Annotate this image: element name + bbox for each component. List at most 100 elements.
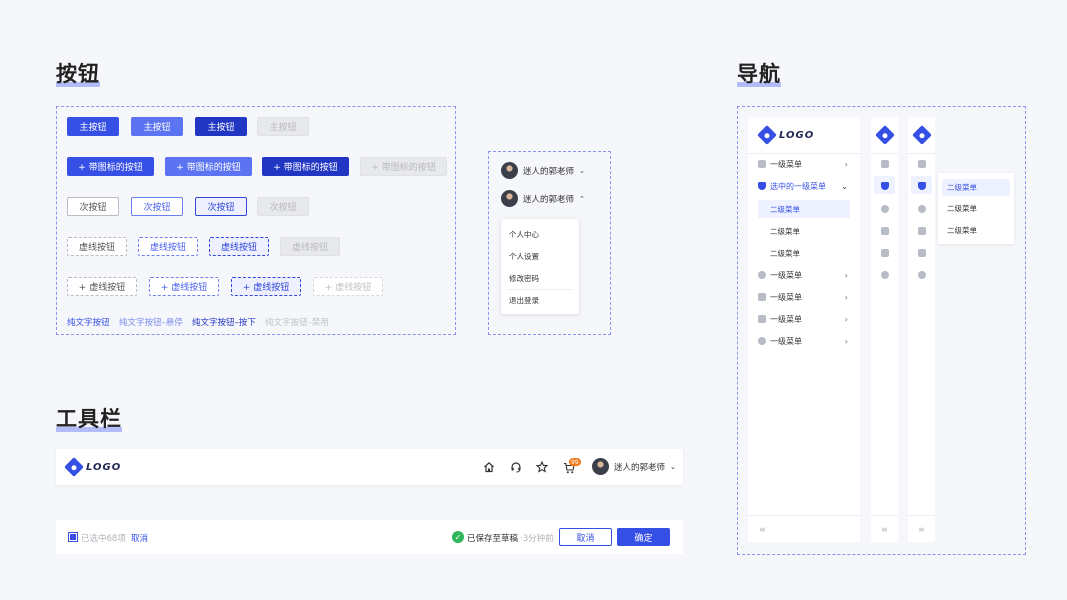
- chat-icon[interactable]: [881, 205, 889, 213]
- buttons-showcase: 主按钮 主按钮 主按钮 主按钮 + 带图标的按钮 + 带图标的按钮 + 带图标的…: [56, 106, 456, 335]
- shield-icon: [758, 182, 766, 190]
- dashed-icon-button-pressed[interactable]: + 虚线按钮: [231, 277, 301, 296]
- headset-icon[interactable]: [510, 461, 522, 473]
- gear-icon: [758, 337, 766, 345]
- dashed-button-disabled: 虚线按钮: [280, 237, 340, 256]
- logo[interactable]: LOGO: [64, 457, 121, 477]
- chevron-right-icon: ›: [844, 292, 848, 302]
- shield-icon[interactable]: [918, 182, 926, 190]
- sidebar-item-6[interactable]: 一级菜单 ›: [748, 331, 858, 351]
- sidebar-item-3[interactable]: 一级菜单 ›: [748, 265, 858, 285]
- home-icon: [758, 160, 766, 168]
- sidebar-item-label: 一级菜单: [770, 159, 802, 169]
- secondary-button-disabled: 次按钮: [257, 197, 309, 216]
- avatar: [592, 458, 609, 475]
- checkbox-indicator: [70, 534, 76, 540]
- submenu-item[interactable]: 二级菜单: [942, 200, 1010, 217]
- briefcase-icon: [758, 293, 766, 301]
- dashed-button[interactable]: 虚线按钮: [67, 237, 127, 256]
- box-icon[interactable]: [881, 249, 889, 257]
- box-icon[interactable]: [918, 249, 926, 257]
- user-menu-trigger[interactable]: 迷人的郭老师 ⌄: [592, 458, 676, 475]
- select-all-checkbox[interactable]: [68, 532, 78, 542]
- dashed-icon-button-disabled: + 虚线按钮: [313, 277, 383, 296]
- secondary-button-hover[interactable]: 次按钮: [131, 197, 183, 216]
- menu-item-logout[interactable]: 退出登录: [509, 295, 539, 306]
- cart-badge: 99: [569, 458, 581, 466]
- divider: [748, 515, 860, 516]
- icon-primary-button-pressed[interactable]: + 带图标的按钮: [262, 157, 349, 176]
- save-time: ·3分钟前: [520, 534, 554, 544]
- text-button[interactable]: 纯文字按钮: [67, 316, 110, 328]
- sidebar-item-4[interactable]: 一级菜单 ›: [748, 287, 858, 307]
- home-icon[interactable]: [881, 160, 889, 168]
- user-name: 迷人的郭老师: [523, 166, 575, 177]
- expand-menu-icon[interactable]: ≡: [881, 525, 888, 534]
- top-toolbar: LOGO 99 迷人的郭老师 ⌄: [56, 449, 683, 485]
- submenu-item[interactable]: 二级菜单: [942, 222, 1010, 239]
- primary-button-hover[interactable]: 主按钮: [131, 117, 183, 136]
- collapse-menu-icon[interactable]: ≡: [759, 525, 766, 534]
- primary-button[interactable]: 主按钮: [67, 117, 119, 136]
- chevron-right-icon: ›: [844, 314, 848, 324]
- gear-icon[interactable]: [918, 271, 926, 279]
- primary-button-pressed[interactable]: 主按钮: [195, 117, 247, 136]
- logo-text: LOGO: [779, 129, 815, 141]
- submenu-item[interactable]: 二级菜单: [758, 244, 850, 262]
- cancel-button[interactable]: 取消: [559, 528, 612, 546]
- user-name: 迷人的郭老师: [614, 462, 666, 473]
- submenu-item-active[interactable]: 二级菜单: [758, 200, 850, 218]
- user-dropdown-showcase: 迷人的郭老师 ⌄ 迷人的郭老师 ⌃ 个人中心 个人设置 修改密码 退出登录: [488, 151, 611, 335]
- box-icon: [758, 315, 766, 323]
- bottom-action-bar: 已选中68项 取消 ✓ 已保存至草稿 ·3分钟前 取消 确定: [56, 520, 683, 554]
- chevron-right-icon: ›: [844, 336, 848, 346]
- shield-icon[interactable]: [881, 182, 889, 190]
- divider: [908, 515, 935, 516]
- dashed-icon-button-hover[interactable]: + 虚线按钮: [149, 277, 219, 296]
- menu-item-change-password[interactable]: 修改密码: [509, 273, 539, 284]
- text-button-hover[interactable]: 纯文字按钮–悬停: [119, 316, 183, 328]
- confirm-button[interactable]: 确定: [617, 528, 670, 546]
- icon-primary-button-disabled: + 带图标的按钮: [360, 157, 447, 176]
- sidebar-item-selected[interactable]: 选中的一级菜单 ⌄: [748, 176, 858, 196]
- chevron-right-icon: ›: [844, 159, 848, 169]
- secondary-button[interactable]: 次按钮: [67, 197, 119, 216]
- user-menu-trigger-open[interactable]: 迷人的郭老师 ⌃: [501, 190, 585, 207]
- chat-icon: [758, 271, 766, 279]
- chevron-down-icon: ⌄: [670, 462, 676, 471]
- submenu-item[interactable]: 二级菜单: [758, 222, 850, 240]
- dashed-button-hover[interactable]: 虚线按钮: [138, 237, 198, 256]
- divider: [871, 515, 898, 516]
- star-icon[interactable]: [536, 461, 548, 473]
- secondary-button-pressed[interactable]: 次按钮: [195, 197, 247, 216]
- primary-button-disabled: 主按钮: [257, 117, 309, 136]
- user-dropdown-menu: 个人中心 个人设置 修改密码 退出登录: [501, 219, 579, 314]
- home-icon[interactable]: [483, 461, 495, 473]
- submenu-item-active[interactable]: 二级菜单: [942, 179, 1010, 196]
- sidebar-item-1[interactable]: 一级菜单 ›: [748, 154, 858, 174]
- dashed-icon-button[interactable]: + 虚线按钮: [67, 277, 137, 296]
- icon-primary-button-hover[interactable]: + 带图标的按钮: [165, 157, 252, 176]
- logo: LOGO: [757, 125, 815, 145]
- chat-icon[interactable]: [918, 205, 926, 213]
- logo-icon: [64, 457, 84, 477]
- sidebar-item-5[interactable]: 一级菜单 ›: [748, 309, 858, 329]
- expand-menu-icon[interactable]: ≡: [918, 525, 925, 534]
- cancel-selection-link[interactable]: 取消: [131, 532, 148, 544]
- briefcase-icon[interactable]: [918, 227, 926, 235]
- divider: [507, 289, 573, 290]
- dashed-button-pressed[interactable]: 虚线按钮: [209, 237, 269, 256]
- briefcase-icon[interactable]: [881, 227, 889, 235]
- logo-icon: [757, 125, 777, 145]
- sidebar-collapsed: ≡: [871, 117, 898, 542]
- menu-item-profile[interactable]: 个人中心: [509, 229, 539, 240]
- home-icon[interactable]: [918, 160, 926, 168]
- chevron-right-icon: ›: [844, 270, 848, 280]
- gear-icon[interactable]: [881, 271, 889, 279]
- icon-primary-button[interactable]: + 带图标的按钮: [67, 157, 154, 176]
- user-menu-trigger[interactable]: 迷人的郭老师 ⌄: [501, 162, 585, 179]
- check-circle-icon: ✓: [452, 531, 464, 543]
- text-button-pressed[interactable]: 纯文字按钮–按下: [192, 316, 256, 328]
- save-status: 已保存至草稿: [467, 534, 519, 544]
- menu-item-settings[interactable]: 个人设置: [509, 251, 539, 262]
